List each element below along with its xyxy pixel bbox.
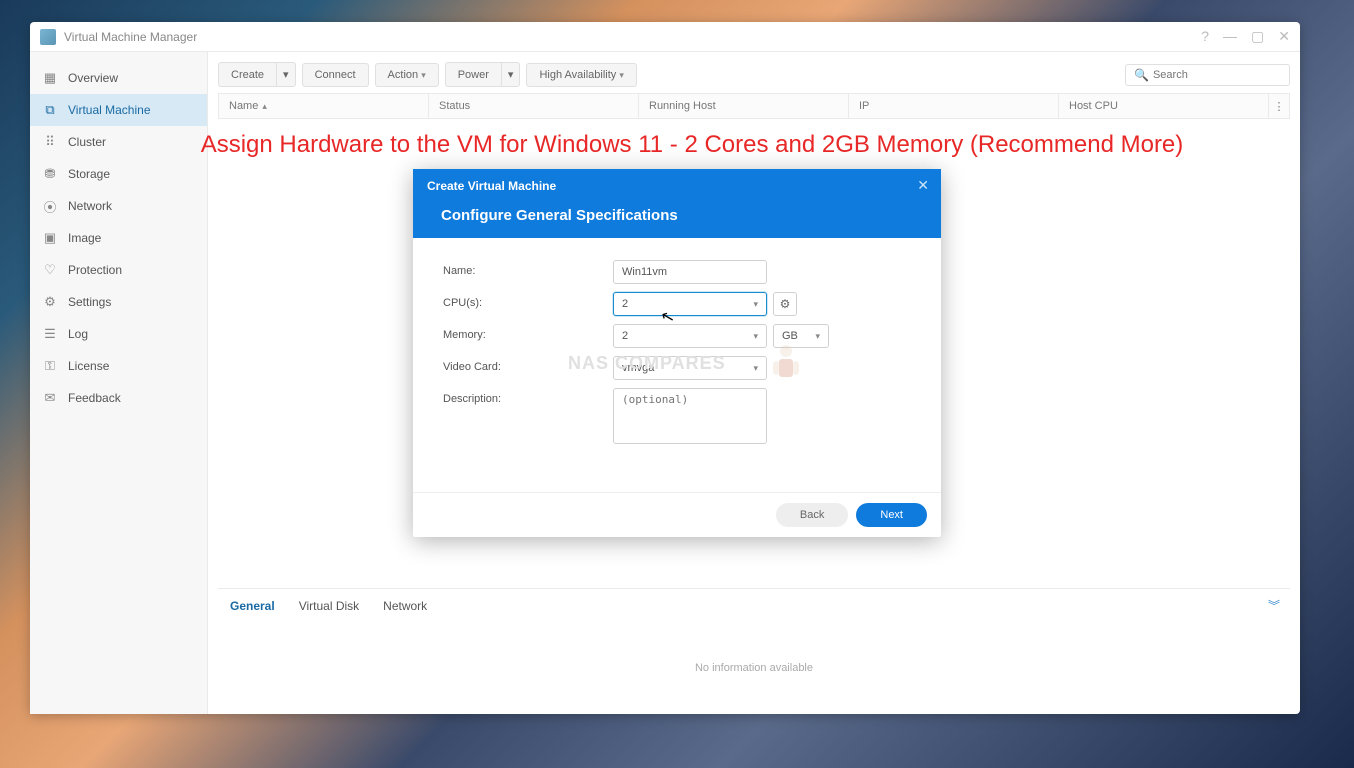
modal-title-small: Create Virtual Machine [427,179,927,193]
memory-unit-value: GB [782,330,798,342]
modal-title-large: Configure General Specifications [441,207,927,224]
cpu-settings-button[interactable]: ⚙ [773,292,797,316]
modal-backdrop: Create Virtual Machine Configure General… [0,0,1354,768]
name-input[interactable] [613,260,767,284]
chevron-down-icon: ▾ [753,299,758,310]
label-description: Description: [443,388,613,405]
description-textarea[interactable] [613,388,767,444]
next-button[interactable]: Next [856,503,927,527]
modal-header: Create Virtual Machine Configure General… [413,169,941,238]
label-name: Name: [443,260,613,277]
row-cpu: CPU(s): 2 ▾ ⚙ [443,292,911,316]
create-vm-modal: Create Virtual Machine Configure General… [413,169,941,537]
gear-icon: ⚙ [780,297,791,311]
chevron-down-icon: ▾ [815,331,820,342]
cpu-value: 2 [622,298,628,310]
video-card-select[interactable]: vmvga ▾ [613,356,767,380]
memory-unit-select[interactable]: GB ▾ [773,324,829,348]
memory-value: 2 [622,330,628,342]
modal-body: NAS COMPARES Name: CPU(s): 2 ▾ ⚙ [413,238,941,492]
modal-close-icon[interactable]: ✕ [917,177,929,194]
modal-footer: Back Next [413,492,941,537]
memory-select[interactable]: 2 ▾ [613,324,767,348]
chevron-down-icon: ▾ [753,331,758,342]
row-name: Name: [443,260,911,284]
row-video: Video Card: vmvga ▾ [443,356,911,380]
row-memory: Memory: 2 ▾ GB ▾ [443,324,911,348]
row-description: Description: [443,388,911,444]
chevron-down-icon: ▾ [753,363,758,374]
cpu-select[interactable]: 2 ▾ [613,292,767,316]
video-value: vmvga [622,362,654,374]
label-video: Video Card: [443,356,613,373]
label-cpu: CPU(s): [443,292,613,309]
label-memory: Memory: [443,324,613,341]
back-button[interactable]: Back [776,503,848,527]
